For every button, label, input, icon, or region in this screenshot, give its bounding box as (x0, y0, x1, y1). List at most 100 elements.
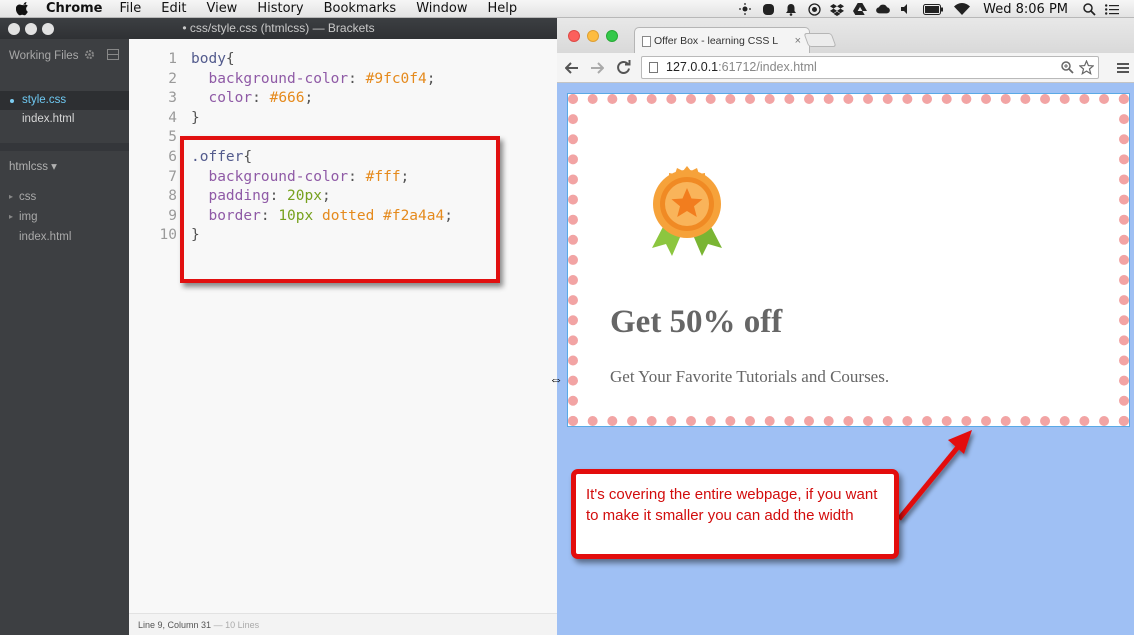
status-tray: Wed 8:06 PM (738, 0, 1134, 18)
minimize-window-button[interactable] (587, 30, 599, 42)
line-number: 6 (168, 149, 177, 165)
line-number: 8 (168, 188, 177, 205)
new-tab-button[interactable] (803, 33, 837, 47)
menu-help[interactable]: Help (487, 1, 517, 16)
code-text: background-color: #9fc0f4; (191, 69, 435, 89)
menu-window[interactable]: Window (416, 1, 467, 16)
close-window-button[interactable] (8, 23, 20, 35)
menu-view[interactable]: View (206, 1, 237, 16)
brackets-sidebar: Working Files style.css index.html htmlc… (0, 39, 129, 635)
code-token: #9fc0f4 (365, 70, 427, 87)
code-text: body{ (191, 49, 235, 69)
chrome-tab-bar: Offer Box - learning CSS L × (557, 18, 1134, 53)
minimize-window-button[interactable] (25, 23, 37, 35)
page-favicon-icon (642, 36, 651, 47)
code-line[interactable]: 1 body{ (129, 49, 557, 69)
record-icon[interactable] (807, 2, 821, 16)
line-number: 1 (168, 51, 177, 67)
line-number: 3 (168, 90, 177, 107)
code-line[interactable]: 4} (129, 108, 557, 128)
code-token: { (225, 51, 235, 67)
google-drive-icon[interactable] (853, 2, 868, 16)
chrome-toolbar: 127.0.0.1:61712/index.html (557, 53, 1134, 83)
code-highlight-box (180, 136, 500, 283)
zoom-window-button[interactable] (606, 30, 618, 42)
code-token: color (208, 90, 253, 107)
reload-icon[interactable] (616, 60, 631, 75)
line-number: 5 (168, 129, 177, 146)
page-icon (649, 62, 658, 73)
menu-edit[interactable]: Edit (161, 1, 186, 16)
brackets-titlebar[interactable]: • css/style.css (htmlcss) — Brackets (0, 18, 557, 39)
gear-icon[interactable] (84, 49, 95, 60)
working-files-heading: Working Files (9, 50, 79, 62)
offer-heading: Get 50% off (610, 304, 783, 340)
tree-folder-css[interactable]: ▸ css (0, 188, 129, 206)
code-token: body (191, 51, 226, 67)
forward-arrow-icon[interactable] (590, 61, 604, 75)
code-token: } (191, 109, 200, 126)
code-token: background-color (208, 70, 349, 87)
split-view-icon[interactable] (107, 49, 119, 60)
line-number: 7 (168, 168, 177, 185)
chrome-menu-icon[interactable] (1117, 62, 1129, 74)
menu-history[interactable]: History (257, 1, 303, 16)
apple-icon[interactable] (16, 1, 30, 16)
line-number: 9 (168, 207, 177, 224)
tree-item-label: img (19, 211, 38, 223)
disclosure-arrow-icon[interactable]: ▸ (9, 188, 13, 206)
tree-folder-img[interactable]: ▸ img (0, 208, 129, 226)
back-arrow-icon[interactable] (565, 61, 579, 75)
volume-icon[interactable] (899, 2, 913, 16)
tree-item-label: index.html (19, 231, 72, 243)
close-window-button[interactable] (568, 30, 580, 42)
notification-center-icon[interactable] (1105, 2, 1119, 16)
disclosure-arrow-icon[interactable]: ▸ (9, 208, 13, 226)
working-file-style-css[interactable]: style.css (0, 91, 129, 110)
offer-subtitle: Get Your Favorite Tutorials and Courses. (610, 367, 890, 386)
address-bar[interactable]: 127.0.0.1:61712/index.html (641, 56, 1099, 79)
working-file-index-html[interactable]: index.html (0, 110, 129, 129)
code-line[interactable]: 2 background-color: #9fc0f4; (129, 69, 557, 89)
brackets-window-title: • css/style.css (htmlcss) — Brackets (182, 21, 375, 35)
project-dropdown[interactable]: htmlcss ▾ (9, 159, 57, 173)
working-file-label: style.css (22, 94, 67, 106)
url-host: 127.0.0.1 (666, 60, 719, 74)
line-number: 4 (168, 109, 177, 126)
code-token: : (348, 70, 366, 87)
offer-box: Get 50% off Get Your Favorite Tutorials … (567, 93, 1130, 427)
tree-file-index-html[interactable]: index.html (0, 228, 129, 246)
code-line[interactable]: 3 color: #666; (129, 88, 557, 108)
brightness-icon[interactable] (738, 2, 752, 16)
menu-file[interactable]: File (120, 1, 142, 16)
browser-tab[interactable]: Offer Box - learning CSS L × (634, 27, 810, 53)
resize-cursor-icon: ⇔ (549, 371, 563, 387)
zoom-window-button[interactable] (42, 23, 54, 35)
code-text: color: #666; (191, 88, 313, 108)
brackets-window: • css/style.css (htmlcss) — Brackets Wor… (0, 18, 557, 635)
menu-bookmarks[interactable]: Bookmarks (324, 1, 397, 16)
wifi-icon[interactable] (953, 2, 971, 16)
spotlight-search-icon[interactable] (1082, 2, 1096, 16)
menubar: Chrome File Edit View History Bookmarks … (0, 0, 1134, 18)
annotation-callout: It's covering the entire webpage, if you… (571, 469, 899, 559)
dropbox-icon[interactable] (830, 2, 845, 16)
menu-app-chrome[interactable]: Chrome (46, 1, 103, 16)
url-path: :61712/index.html (718, 60, 817, 74)
menubar-clock[interactable]: Wed 8:06 PM (983, 2, 1068, 17)
code-token: ; (426, 70, 436, 87)
creative-cloud-icon[interactable] (876, 2, 890, 16)
zoom-icon[interactable] (1061, 61, 1074, 74)
bookmark-star-icon[interactable] (1079, 60, 1094, 75)
editor-status-bar: Line 9, Column 31 — 10 Lines (129, 613, 557, 635)
battery-icon[interactable] (922, 2, 944, 16)
line-count: — 10 Lines (213, 620, 260, 630)
tree-item-label: css (19, 191, 37, 203)
award-badge-icon (652, 166, 722, 256)
skype-icon[interactable] (761, 2, 775, 16)
tab-close-icon[interactable]: × (795, 28, 801, 53)
code-editor[interactable]: 1 body{2 background-color: #9fc0f4; 3 colo… (129, 39, 557, 635)
notification-icon[interactable] (784, 2, 798, 16)
